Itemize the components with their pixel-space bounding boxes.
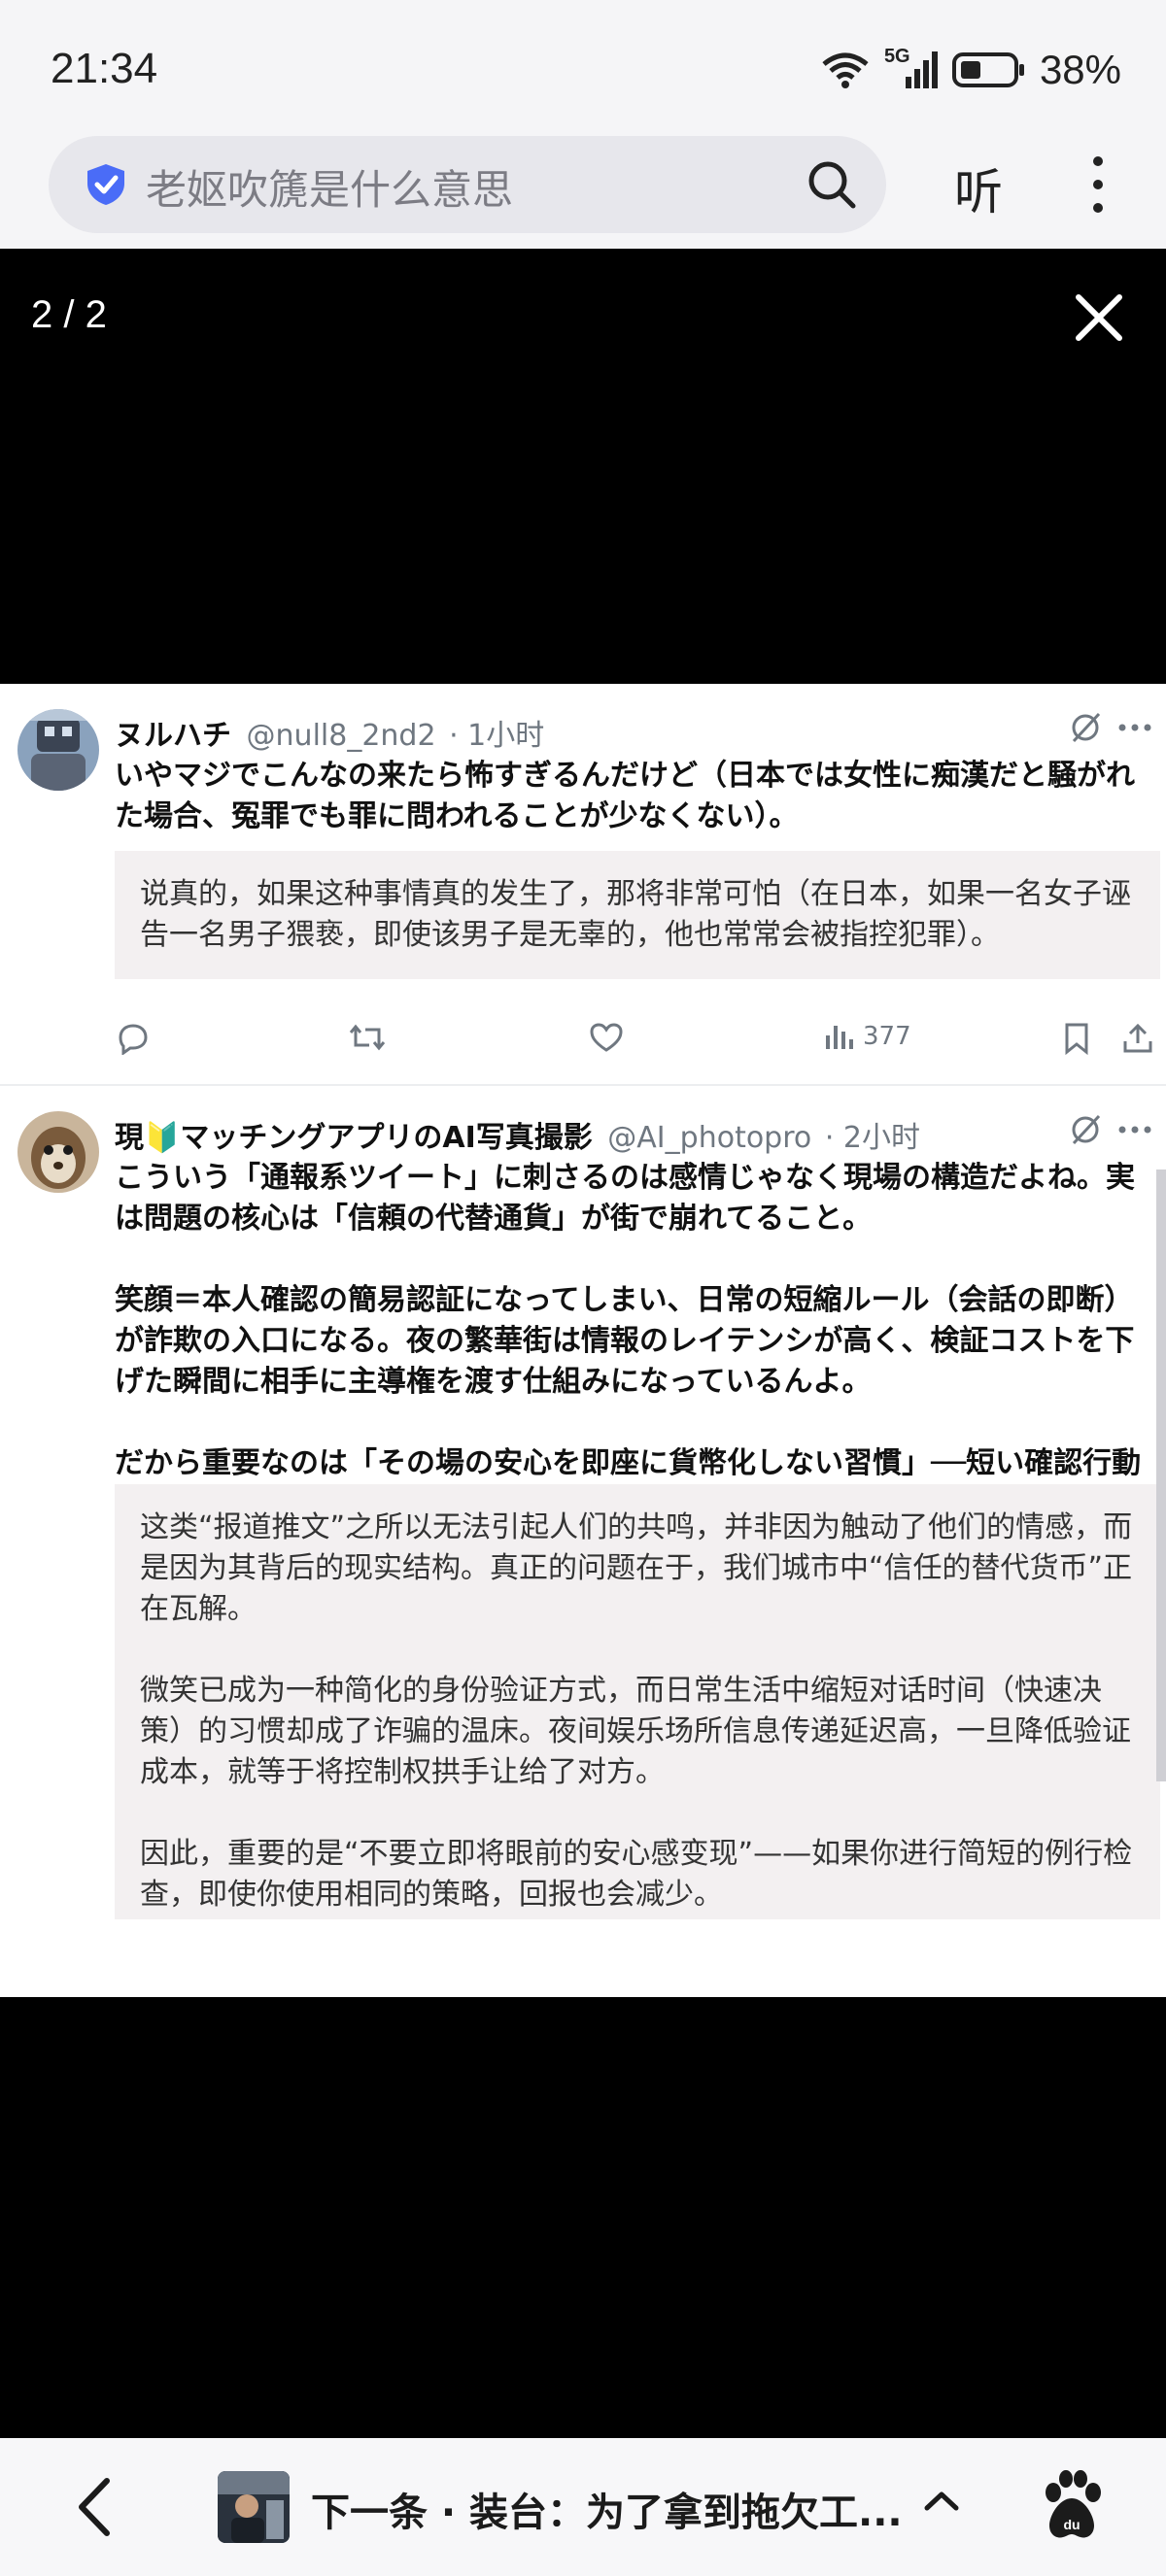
share-button[interactable] — [1121, 1022, 1154, 1055]
svg-text:du: du — [1063, 2517, 1080, 2532]
close-icon[interactable] — [1073, 291, 1125, 344]
grok-icon[interactable] — [1069, 1113, 1102, 1146]
search-input[interactable]: 老妪吹篪是什么意思 — [49, 136, 886, 233]
reply-button[interactable] — [115, 1022, 150, 1055]
search-query: 老妪吹篪是什么意思 — [146, 166, 514, 214]
app-screen: 21:34 5G 38% 老妪吹篪是什么意思 听 2 / 2 ヌルハチ @nul… — [0, 0, 1166, 2576]
translation-paragraph: 微笑已成为一种简化的身份验证方式，而日常生活中缩短对话时间（快速决策）的习惯却成… — [140, 1674, 1131, 1789]
tweet-paragraph: いやマジでこんなの来たら怖すぎるんだけど（日本では女性に痴漢だと騒がれた場合、冤… — [115, 759, 1135, 833]
tweet-2: 現🔰マッチングアプリのAI写真撮影 @AI_photopro · 2小时 こうい… — [0, 1086, 1166, 1997]
page-counter: 2 / 2 — [31, 293, 107, 336]
image-viewer: 2 / 2 ヌルハチ @null8_2nd2 · 1小时 いやマジでこんなの来た… — [0, 249, 1166, 2438]
bookmark-icon — [1065, 1023, 1088, 1055]
tweet-paragraph: こういう「通報系ツイート」に刺さるのは感情じゃなく現場の構造だよね。実は問題の核… — [115, 1161, 1135, 1236]
scrollbar[interactable] — [1156, 1169, 1166, 1781]
avatar — [17, 1111, 99, 1193]
listen-button[interactable]: 听 — [954, 153, 1003, 223]
translation-box: 这类“报道推文”之所以无法引起人们的共鸣，并非因为触动了他们的情感，而是因为其背… — [115, 1484, 1160, 1919]
tweet-screenshot[interactable]: ヌルハチ @null8_2nd2 · 1小时 いやマジでこんなの来たら怖すぎるん… — [0, 684, 1166, 1997]
post-time: · 2小时 — [824, 1121, 920, 1155]
retweet-icon — [349, 1024, 386, 1051]
more-options-icon[interactable] — [1079, 153, 1117, 216]
tweet-paragraph: 笑顔＝本人確認の簡易認証になってしまい、日常の短縮ルール（会話の即断）が詐欺の入… — [115, 1283, 1135, 1399]
post-time: · 1小时 — [449, 719, 545, 753]
translation-paragraph: 这类“报道推文”之所以无法引起人们的共鸣，并非因为触动了他们的情感，而是因为其背… — [140, 1510, 1133, 1626]
tweet-header-icons — [1069, 711, 1152, 744]
tweet-header: 現🔰マッチングアプリのAI写真撮影 @AI_photopro · 2小时 — [115, 1113, 1156, 1156]
chevron-up-icon[interactable] — [919, 2483, 964, 2527]
bottom-bar: 下一条 · 装台：为了拿到拖欠工... du — [0, 2438, 1166, 2576]
translation-paragraph: 说真的，如果这种事情真的发生了，那将非常可怕（在日本，如果一名女子诬告一名男子猥… — [140, 877, 1131, 952]
more-icon[interactable] — [1117, 1125, 1152, 1135]
signal-icon: 5G — [884, 46, 939, 90]
tweet-1: ヌルハチ @null8_2nd2 · 1小时 いやマジでこんなの来たら怖すぎるん… — [0, 684, 1166, 1084]
like-button[interactable] — [589, 1022, 624, 1053]
translation-box: 说真的，如果这种事情真的发生了，那将非常可怕（在日本，如果一名女子诬告一名男子猥… — [115, 851, 1160, 979]
grok-icon[interactable] — [1069, 711, 1102, 744]
next-item-title[interactable]: 下一条 · 装台：为了拿到拖欠工... — [311, 2481, 903, 2537]
author-handle[interactable]: @null8_2nd2 — [247, 719, 436, 753]
next-video-thumbnail[interactable] — [218, 2471, 290, 2543]
author-name[interactable]: 現🔰マッチングアプリのAI写真撮影 — [115, 1121, 593, 1155]
tweet-text: いやマジでこんなの来たら怖すぎるんだけど（日本では女性に痴漢だと騒がれた場合、冤… — [115, 756, 1156, 837]
status-indicators: 5G 38% — [820, 46, 1121, 93]
tweet-text: こういう「通報系ツイート」に刺さるのは感情じゃなく現場の構造だよね。実は問題の核… — [115, 1158, 1156, 1525]
views-icon — [826, 1026, 853, 1049]
baidu-paw-icon[interactable]: du — [1040, 2469, 1104, 2543]
avatar — [17, 709, 99, 791]
reply-icon — [119, 1024, 148, 1055]
tweet-actions: 377 — [115, 1022, 1166, 1070]
tweet-header-icons — [1061, 1113, 1152, 1146]
search-icon[interactable] — [806, 159, 857, 210]
back-arrow-icon[interactable] — [70, 2475, 119, 2539]
views-count: 377 — [863, 1022, 911, 1051]
bookmark-button[interactable] — [1063, 1022, 1090, 1055]
search-row: 老妪吹篪是什么意思 听 — [0, 136, 1166, 249]
wifi-icon — [822, 52, 869, 88]
heart-icon — [590, 1023, 623, 1052]
retweet-button[interactable] — [348, 1022, 387, 1053]
battery-percent: 38% — [1039, 47, 1121, 92]
tweet-header: ヌルハチ @null8_2nd2 · 1小时 — [115, 711, 1156, 754]
battery-icon — [951, 52, 1024, 87]
more-icon[interactable] — [1117, 723, 1152, 732]
author-handle[interactable]: @AI_photopro — [607, 1121, 811, 1155]
shield-check-icon — [87, 164, 124, 205]
author-name[interactable]: ヌルハチ — [115, 719, 231, 753]
translation-paragraph: 因此，重要的是“不要立即将眼前的安心感变现”——如果你进行简短的例行检查，即使你… — [140, 1837, 1133, 1912]
status-time: 21:34 — [51, 45, 158, 92]
status-bar: 21:34 5G 38% — [0, 0, 1166, 136]
views-button[interactable]: 377 — [824, 1022, 911, 1051]
share-icon — [1123, 1023, 1152, 1053]
